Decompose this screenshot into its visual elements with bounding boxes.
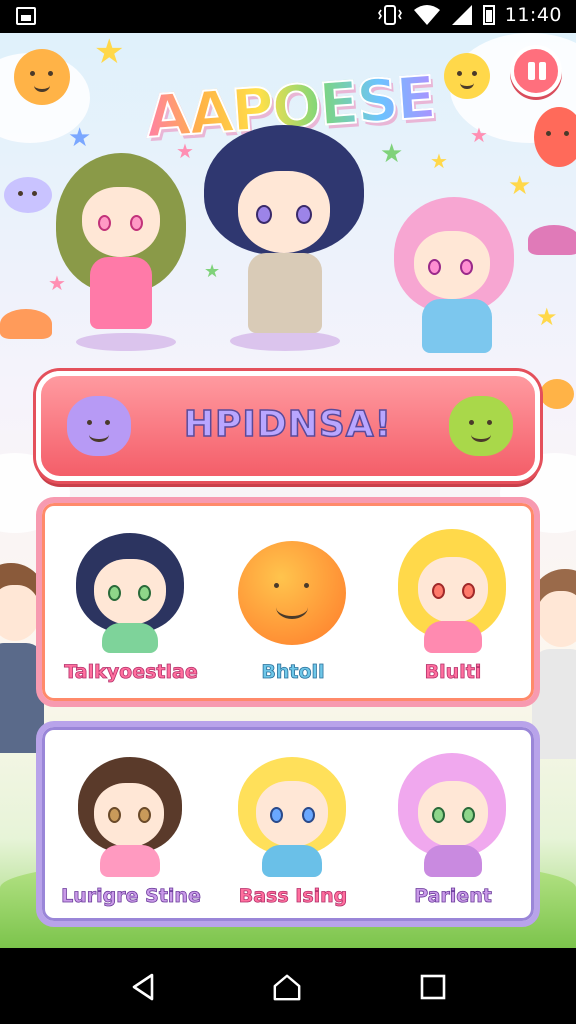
image-notification-icon [16,7,36,25]
star-icon: ★ [380,139,404,169]
character-name: Parient [414,885,492,908]
character-card[interactable]: Lurigre Stine [56,735,206,915]
wifi-icon [413,5,440,25]
red-blob-critter [534,107,576,167]
orange-blob-critter [540,379,574,409]
battery-icon [482,5,495,25]
star-icon: ★ [430,149,448,173]
home-icon[interactable] [272,972,302,1002]
character-name: Lurigre Stine [61,885,201,908]
status-bar: 11:40 [0,0,576,33]
pause-button[interactable] [510,45,562,97]
mushroom-critter [528,225,576,255]
yellow-blob-critter [444,53,490,99]
star-icon: ★ [470,123,488,147]
navigation-bar [0,948,576,1024]
orange-blob-critter [14,49,70,105]
star-icon: ★ [68,123,92,153]
mushroom-critter [0,309,52,339]
play-button[interactable]: HPIDNSA! [36,371,540,481]
cellular-signal-icon [451,5,472,25]
character-select-panel-bottom: Lurigre Stine Bass Ising Parient [36,721,540,927]
character-girl-pink-hair [384,197,524,353]
character-name: Bass Ising [238,885,348,908]
star-icon: ★ [508,171,532,201]
back-icon[interactable] [128,972,158,1002]
star-icon: ★ [536,303,558,331]
character-name: Blulti [424,661,482,684]
green-apple-mascot-icon [449,396,513,456]
character-card[interactable]: Talkyoestlae [56,511,206,691]
character-card[interactable]: Bass Ising [218,735,368,915]
character-girl-green-hair [56,153,186,353]
character-card[interactable]: Bhtoll [218,511,368,691]
character-card[interactable]: Blulti [378,511,528,691]
character-name: Talkyoestlae [64,661,198,684]
game-scene: AAPOESE AAPOESE ★ ★ ★ ★ ★ ★ ★ ★ ★ ★ [0,33,576,948]
purple-ufo-critter [4,177,52,213]
character-boy-navy-hair [204,125,364,357]
character-select-panel-top: Talkyoestlae Bhtoll Blulti [36,497,540,707]
vibrate-icon [377,5,402,25]
character-card[interactable]: Parient [378,735,528,915]
clock: 11:40 [504,4,562,26]
recent-apps-icon[interactable] [418,972,448,1002]
star-icon: ★ [94,33,125,72]
character-name: Bhtoll [261,661,325,684]
